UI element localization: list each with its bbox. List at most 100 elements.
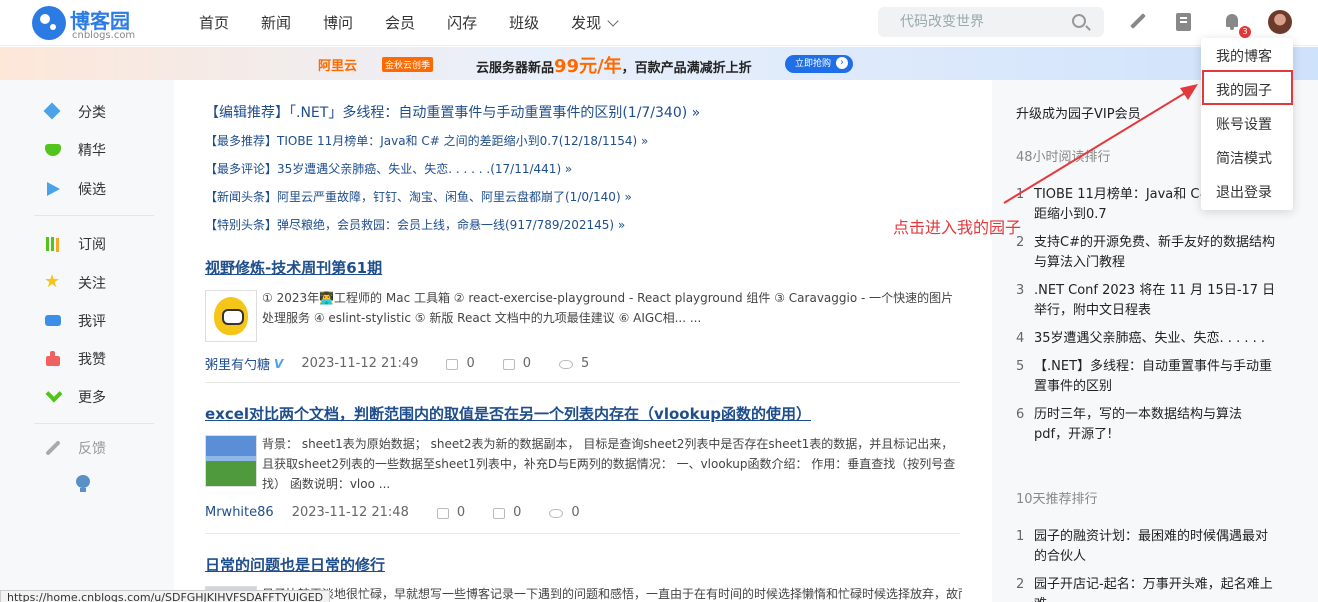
ad-text-post: ，百款产品满减折上折 [621,61,752,76]
nav-home[interactable]: 首页 [199,12,229,33]
post-title[interactable]: 视野修炼-技术周刊第61期 [205,257,382,278]
ad-tag: 金秋云创季 [382,57,434,72]
ad-banner[interactable]: 阿里云 金秋云创季 云服务器新品99元/年，百款产品满减折上折 立即抢购 [0,47,1318,80]
sidebar-item-feedback[interactable]: 反馈 [44,436,164,460]
vip-badge-icon: V [274,356,284,371]
sidebar-item-label: 我评 [78,314,106,330]
category-icon [44,103,62,121]
comment-count: 0 [522,356,532,371]
comment-icon[interactable] [493,508,506,519]
nav-discover[interactable]: 发现 [571,12,619,33]
rank-item[interactable]: 5 【.NET】多线程：自动重置事件与手动重置事件的区别 [1016,357,1276,397]
post-meta: 粥里有勺糖 V 2023-11-12 21:49 0 0 5 [205,354,589,373]
highlight-box [1202,70,1293,105]
post-title[interactable]: 日常的问题也是日常的修行 [205,554,385,575]
headline-most-comments[interactable]: 【最多评论】35岁遭遇父亲肺癌、失业、失恋. . . . . .(17/11/4… [205,160,572,177]
post-author[interactable]: Mrwhite86 [205,505,274,520]
rank-item-title: 历时三年，写的一本数据结构与算法pdf，开源了! [1034,407,1243,442]
post-date: 2023-11-12 21:48 [291,505,409,520]
menu-my-blog[interactable]: 我的博客 [1216,46,1272,66]
post-author[interactable]: 粥里有勺糖 [205,354,270,373]
ad-price: 99元/年 [554,56,622,77]
sidebar-item-label: 我赞 [78,352,106,368]
nav-questions[interactable]: 博问 [323,12,353,33]
chat-icon [44,312,62,330]
rank-item[interactable]: 2 支持C#的开源免费、新手友好的数据结构与算法入门教程 [1016,233,1276,273]
sidebar-item-label: 更多 [78,390,106,406]
sidebar-item-label: 反馈 [78,441,106,457]
sidebar-item-following[interactable]: 关注 [44,271,164,295]
like-count: 0 [466,356,475,371]
nav-news[interactable]: 新闻 [261,12,291,33]
rank-item-title: 【.NET】多线程：自动重置事件与手动重置事件的区别 [1034,359,1273,394]
rank-item[interactable]: 3 .NET Conf 2023 将在 11 月 15日-17 日举行，附中文日程… [1016,281,1276,321]
chevron-down-icon [607,15,619,27]
sidebar-item-my-comments[interactable]: 我评 [44,309,164,333]
headline-special[interactable]: 【特别头条】弹尽粮绝，会员救园：会员上线，命悬一线(917/789/202145… [205,216,625,233]
sidebar-divider [34,215,154,216]
post-divider [205,533,960,534]
post-title[interactable]: excel对比两个文档，判断范围内的取值是否在另一个列表内存在（vlookup函… [205,403,811,424]
post-author-avatar[interactable] [205,290,257,342]
lightbulb-icon[interactable] [76,475,90,493]
nav-membership[interactable]: 会员 [385,12,415,33]
sidebar-item-more[interactable]: 更多 [44,385,164,409]
ad-text-pre: 云服务器新品 [476,61,555,76]
sidebar-item-category[interactable]: 分类 [44,100,164,124]
headline-news[interactable]: 【新闻头条】阿里云严重故障，钉钉、淘宝、闲鱼、阿里云盘都崩了(1/0/140) … [205,188,632,205]
avatar[interactable] [1268,10,1292,34]
post-summary: 背景： sheet1表为原始数据； sheet2表为新的数据副本， 目标是查询s… [262,437,956,491]
comment-count: 0 [513,505,522,520]
play-icon [44,180,62,198]
sidebar-item-featured[interactable]: 精华 [44,138,164,162]
site-logo[interactable]: 博客园 cnblogs.com [32,4,152,42]
user-dropdown-menu: 我的博客 我的园子 账号设置 简洁模式 退出登录 [1201,38,1293,210]
rank-10d-title: 10天推荐排行 [1016,492,1098,507]
vip-upgrade-link[interactable]: 升级成为园子VIP会员 [1016,103,1141,122]
sidebar-item-label: 候选 [78,182,106,198]
rank-item[interactable]: 6 历时三年，写的一本数据结构与算法pdf，开源了! [1016,405,1276,445]
thumbs-up-icon[interactable] [436,508,449,519]
post-thumbnail[interactable] [205,435,257,487]
sidebar-item-label: 精华 [78,143,106,159]
ad-text: 云服务器新品99元/年，百款产品满减折上折 [476,52,752,78]
annotation-text: 点击进入我的园子 [893,218,1022,237]
comment-icon[interactable] [502,359,515,370]
sidebar-item-subscribe[interactable]: 订阅 [44,232,164,256]
search-icon[interactable] [1072,14,1086,28]
ad-button[interactable]: 立即抢购 [785,55,853,73]
nav-flash[interactable]: 闪存 [447,12,477,33]
rank-item[interactable]: 1 园子的融资计划：最困难的时候偶遇最对的合伙人 [1016,527,1276,567]
menu-simple-mode[interactable]: 简洁模式 [1216,148,1272,168]
rank-item[interactable]: 4 35岁遭遇父亲肺癌、失业、失恋. . . . . . [1016,329,1276,349]
rank-item-title: .NET Conf 2023 将在 11 月 15日-17 日举行，附中文日程表 [1034,283,1276,318]
pencil-icon[interactable] [1129,13,1147,31]
sidebar-item-label: 订阅 [78,237,106,253]
rank-item[interactable]: 2园子开店记-起名：万事开头难，起名难上难 [1016,575,1276,602]
post-summary: ① 2023年👨‍💻工程师的 Mac 工具箱 ② react-exercise-… [262,291,954,325]
book-icon[interactable] [1176,13,1191,31]
bell-icon[interactable] [1223,13,1241,31]
sidebar-item-candidate[interactable]: 候选 [44,177,164,201]
post-date: 2023-11-12 21:49 [301,356,419,371]
sidebar-item-my-likes[interactable]: 我赞 [44,347,164,371]
nav-class[interactable]: 班级 [509,12,539,33]
headline-editor-pick[interactable]: 【编辑推荐】「.NET」多线程：自动重置事件与手动重置事件的区别(1/7/340… [205,102,700,122]
search-input[interactable] [878,7,1068,37]
menu-logout[interactable]: 退出登录 [1216,182,1272,202]
rank-item-title: 35岁遭遇父亲肺癌、失业、失恋. . . . . . [1034,331,1265,346]
wrench-icon [44,439,62,457]
menu-account-settings[interactable]: 账号设置 [1216,114,1272,134]
sidebar-item-label: 关注 [78,276,106,292]
chevron-down-icon [44,388,62,406]
rank-item-title: 支持C#的开源免费、新手友好的数据结构与算法入门教程 [1034,235,1275,270]
post-meta: Mrwhite86 2023-11-12 21:48 0 0 0 [205,505,580,520]
thumbs-up-icon[interactable] [446,359,459,370]
logo-icon [32,6,66,40]
like-count: 0 [456,505,466,520]
headline-most-recommended[interactable]: 【最多推荐】TIOBE 11月榜单：Java和 C# 之间的差距缩小到0.7(1… [205,132,648,149]
thumbs-up-icon [44,350,62,368]
ad-brand: 阿里云 [318,59,358,74]
view-count: 5 [581,356,590,371]
nav-discover-label: 发现 [571,14,602,32]
